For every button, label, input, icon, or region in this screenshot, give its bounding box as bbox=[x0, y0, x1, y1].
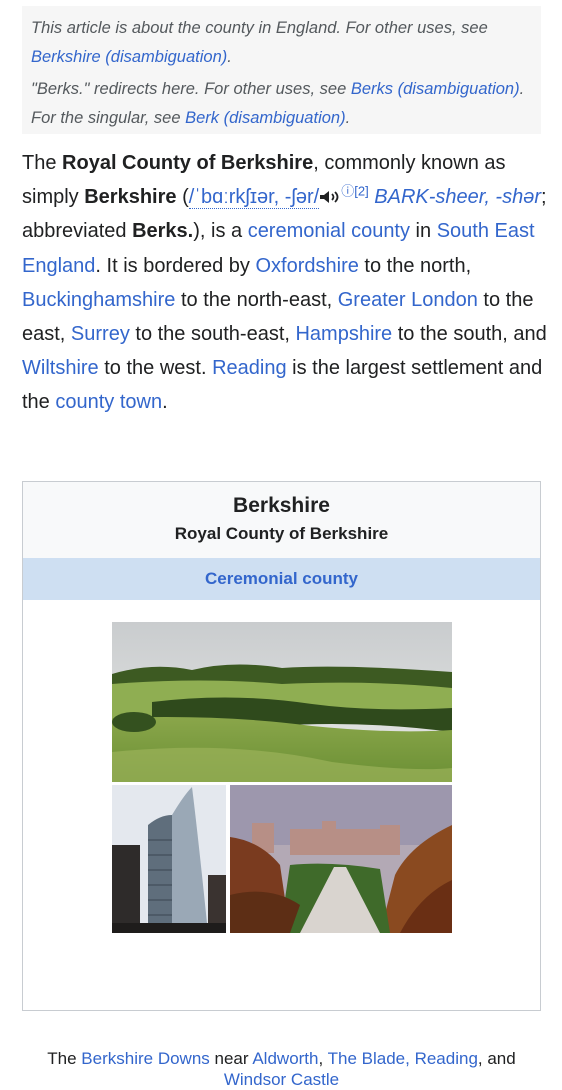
hatnote-line-2: "Berks." redirects here. For other uses,… bbox=[31, 75, 531, 133]
hatnote-text: This article is about the county in Engl… bbox=[31, 19, 488, 37]
lead-text: The bbox=[22, 152, 63, 174]
ceremonial-county-link[interactable]: ceremonial county bbox=[248, 220, 410, 242]
greater-london-link[interactable]: Greater London bbox=[338, 289, 478, 311]
berks-disambiguation-link[interactable]: Berks (disambiguation) bbox=[351, 80, 520, 98]
hatnote-text: "Berks." redirects here. For other uses,… bbox=[31, 80, 347, 98]
bold-berkshire: Berkshire bbox=[84, 186, 177, 209]
hatnote-text: . bbox=[345, 109, 351, 127]
county-town-link[interactable]: county town bbox=[55, 391, 162, 413]
wiltshire-link[interactable]: Wiltshire bbox=[22, 357, 99, 379]
hatnote-line-1: This article is about the county in Engl… bbox=[31, 14, 531, 72]
windsor-castle-link[interactable]: Windsor Castle bbox=[224, 1070, 339, 1089]
berk-disambiguation-link[interactable]: Berk (disambiguation) bbox=[185, 109, 346, 127]
aldworth-link[interactable]: Aldworth bbox=[252, 1049, 318, 1068]
berkshire-downs-image[interactable] bbox=[112, 622, 452, 782]
infobox-category-band: Ceremonial county bbox=[23, 558, 540, 600]
oxfordshire-link[interactable]: Oxfordshire bbox=[255, 255, 358, 277]
hatnote-text: . bbox=[227, 48, 232, 66]
caption-text: , bbox=[318, 1049, 328, 1068]
berkshire-disambiguation-link[interactable]: Berkshire (disambiguation) bbox=[31, 48, 227, 66]
hampshire-link[interactable]: Hampshire bbox=[295, 323, 392, 345]
the-blade-reading-link[interactable]: The Blade, Reading bbox=[328, 1049, 478, 1068]
caption-text: The bbox=[47, 1049, 82, 1068]
infobox-subtitle: Royal County of Berkshire bbox=[174, 524, 389, 543]
buckinghamshire-link[interactable]: Buckinghamshire bbox=[22, 289, 175, 311]
windsor-castle-image[interactable] bbox=[230, 785, 452, 933]
reference-2-link[interactable]: [2] bbox=[354, 184, 368, 199]
hatnote: This article is about the county in Engl… bbox=[22, 6, 541, 134]
ceremonial-county-band-link[interactable]: Ceremonial county bbox=[205, 569, 358, 588]
respelling-link[interactable]: BARK-sheer, -shər bbox=[374, 186, 541, 208]
infobox-body: The Berkshire Downs near Aldworth, The B… bbox=[23, 600, 540, 1089]
lead-text: to the south, and bbox=[392, 323, 547, 346]
lead-text: to the north-east, bbox=[175, 288, 338, 311]
lead-text: in bbox=[410, 220, 437, 243]
caption-text: near bbox=[209, 1049, 253, 1068]
surrey-link[interactable]: Surrey bbox=[71, 323, 130, 345]
lead-text: ( bbox=[176, 186, 189, 209]
infobox-image-caption: The Berkshire Downs near Aldworth, The B… bbox=[23, 1048, 540, 1090]
lead-text: ), is a bbox=[193, 220, 248, 243]
infobox-title: Berkshire bbox=[233, 494, 330, 517]
infobox: Berkshire Royal County of Berkshire Cere… bbox=[22, 481, 541, 1089]
berkshire-downs-link[interactable]: Berkshire Downs bbox=[81, 1049, 210, 1068]
bold-berks: Berks. bbox=[132, 220, 194, 243]
lead-text: . bbox=[162, 391, 168, 414]
lead-text: to the south-east, bbox=[129, 323, 296, 346]
lead-paragraph: The Royal County of Berkshire, commonly … bbox=[22, 146, 547, 420]
speaker-icon[interactable] bbox=[319, 190, 341, 204]
lead-text: to the west. bbox=[98, 357, 213, 380]
lead-text: to the north, bbox=[358, 254, 472, 277]
ipa-pronunciation-link[interactable]: /ˈbɑːrkʃɪər, -ʃər/ bbox=[188, 186, 320, 210]
caption-text: , and bbox=[477, 1049, 516, 1068]
the-blade-reading-image[interactable] bbox=[112, 785, 226, 933]
lead-text: . It is bordered by bbox=[95, 254, 256, 277]
reading-link[interactable]: Reading bbox=[212, 357, 287, 379]
bold-royal-county: Royal County of Berkshire bbox=[62, 152, 314, 174]
info-icon[interactable]: ⓘ bbox=[341, 184, 354, 199]
